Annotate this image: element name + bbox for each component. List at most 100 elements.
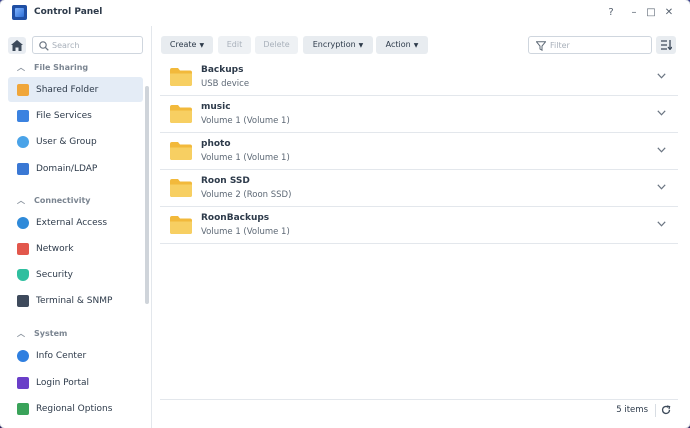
sidebar-item-label: Login Portal <box>36 377 89 388</box>
user-group-icon <box>17 135 29 148</box>
list-item[interactable]: photo Volume 1 (Volume 1) <box>160 133 678 170</box>
sort-icon <box>661 40 672 50</box>
chevron-up-icon: ︿ <box>17 195 25 205</box>
folder-location: Volume 2 (Roon SSD) <box>201 190 292 200</box>
folder-icon <box>170 179 192 197</box>
caret-down-icon: ▼ <box>358 42 364 49</box>
sidebar-scrollbar[interactable] <box>145 86 149 304</box>
search-input[interactable] <box>52 39 138 51</box>
shared-folder-icon <box>17 83 29 96</box>
sidebar-item-security[interactable]: Security <box>8 262 143 287</box>
list-item[interactable]: Roon SSD Volume 2 (Roon SSD) <box>160 170 678 207</box>
folder-location: Volume 1 (Volume 1) <box>201 153 290 163</box>
list-item[interactable]: RoonBackups Volume 1 (Volume 1) <box>160 207 678 244</box>
minimize-button[interactable]: – <box>626 5 642 21</box>
info-center-icon <box>17 349 29 362</box>
network-icon <box>17 242 29 255</box>
sidebar-item-label: Regional Options <box>36 403 113 414</box>
sidebar-item-label: Info Center <box>36 350 87 361</box>
encryption-button[interactable]: Encryption ▼ <box>303 36 373 54</box>
chevron-down-icon[interactable] <box>657 110 666 116</box>
sidebar-item-regional-options[interactable]: Regional Options <box>8 396 143 421</box>
section-label: System <box>34 328 68 338</box>
folder-name: Backups <box>201 65 244 75</box>
chevron-up-icon: ︿ <box>17 62 25 72</box>
login-portal-icon <box>17 376 29 389</box>
folder-location: USB device <box>201 79 250 89</box>
section-system[interactable]: ︿ System <box>17 327 67 339</box>
home-icon <box>11 40 23 51</box>
caret-down-icon: ▼ <box>413 42 419 49</box>
close-button[interactable]: ✕ <box>661 5 677 21</box>
sidebar-item-label: Security <box>36 269 73 280</box>
folder-icon <box>170 68 192 86</box>
sidebar-item-external-access[interactable]: External Access <box>8 210 143 235</box>
sidebar-search[interactable] <box>32 36 143 54</box>
create-button[interactable]: Create ▼ <box>161 36 213 54</box>
item-count: 5 items <box>616 405 648 415</box>
domain-ldap-icon <box>17 162 29 175</box>
sidebar-item-shared-folder[interactable]: Shared Folder <box>8 77 143 102</box>
sort-button[interactable] <box>656 36 676 54</box>
list-footer: 5 items <box>160 399 678 420</box>
control-panel-app-icon <box>12 5 27 20</box>
filter-field[interactable] <box>528 36 652 54</box>
window-title: Control Panel <box>34 7 103 17</box>
action-button-label: Action <box>385 40 411 49</box>
folder-name: music <box>201 102 231 112</box>
sidebar-item-network[interactable]: Network <box>8 236 143 261</box>
shared-folder-list: Backups USB device music Volume 1 (Volum… <box>160 59 678 244</box>
action-button[interactable]: Action ▼ <box>376 36 428 54</box>
refresh-icon[interactable] <box>661 405 671 415</box>
create-button-label: Create <box>169 40 197 49</box>
sidebar-item-domain-ldap[interactable]: Domain/LDAP <box>8 156 143 181</box>
search-icon <box>39 41 49 51</box>
sidebar-item-label: Shared Folder <box>36 84 99 95</box>
chevron-down-icon[interactable] <box>657 184 666 190</box>
terminal-icon <box>17 294 29 307</box>
sidebar-item-label: Network <box>36 243 74 254</box>
sidebar-item-label: File Services <box>36 110 92 121</box>
sidebar-item-label: External Access <box>36 217 108 228</box>
folder-location: Volume 1 (Volume 1) <box>201 116 290 126</box>
folder-icon <box>170 105 192 123</box>
title-bar: Control Panel ? – □ ✕ <box>0 0 690 26</box>
edit-button[interactable]: Edit <box>218 36 251 54</box>
filter-input[interactable] <box>550 39 646 51</box>
external-access-icon <box>17 216 29 229</box>
sidebar-item-label: Terminal & SNMP <box>36 295 113 306</box>
sidebar-item-label: User & Group <box>36 136 97 147</box>
sidebar-item-info-center[interactable]: Info Center <box>8 343 143 368</box>
regional-options-icon <box>17 402 29 415</box>
folder-location: Volume 1 (Volume 1) <box>201 227 290 237</box>
folder-name: Roon SSD <box>201 176 250 186</box>
sidebar-item-file-services[interactable]: File Services <box>8 103 143 128</box>
section-connectivity[interactable]: ︿ Connectivity <box>17 194 91 206</box>
home-button[interactable] <box>8 37 26 54</box>
list-item[interactable]: Backups USB device <box>160 59 678 96</box>
file-services-icon <box>17 109 29 122</box>
maximize-button[interactable]: □ <box>643 5 659 21</box>
chevron-down-icon[interactable] <box>657 147 666 153</box>
encryption-button-label: Encryption <box>312 40 356 49</box>
footer-divider <box>655 404 656 417</box>
folder-icon <box>170 216 192 234</box>
chevron-up-icon: ︿ <box>17 328 25 338</box>
caret-down-icon: ▼ <box>199 42 205 49</box>
security-icon <box>17 268 29 281</box>
control-panel-window: Control Panel ? – □ ✕ ︿ File Sharing Sha… <box>0 0 690 428</box>
sidebar: ︿ File Sharing Shared Folder File Servic… <box>0 26 152 428</box>
delete-button[interactable]: Delete <box>255 36 298 54</box>
filter-icon <box>536 41 546 51</box>
sidebar-item-login-portal[interactable]: Login Portal <box>8 370 143 395</box>
folder-name: RoonBackups <box>201 213 270 223</box>
list-item[interactable]: music Volume 1 (Volume 1) <box>160 96 678 133</box>
help-button[interactable]: ? <box>603 5 619 21</box>
sidebar-item-user-group[interactable]: User & Group <box>8 129 143 154</box>
chevron-down-icon[interactable] <box>657 73 666 79</box>
chevron-down-icon[interactable] <box>657 221 666 227</box>
sidebar-item-terminal-snmp[interactable]: Terminal & SNMP <box>8 288 143 313</box>
section-label: Connectivity <box>34 195 91 205</box>
folder-name: photo <box>201 139 231 149</box>
section-file-sharing[interactable]: ︿ File Sharing <box>17 61 88 73</box>
